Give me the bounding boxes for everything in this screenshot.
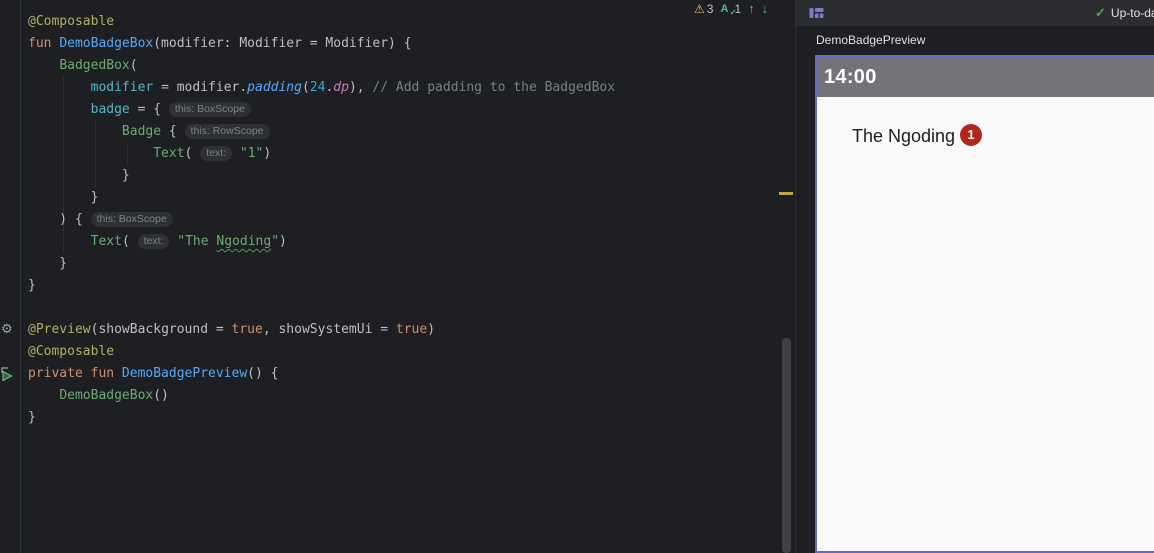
warning-count: 3 — [707, 2, 714, 16]
code-editor[interactable]: ⚙ @Composablefun DemoBadgeBox(modifier: … — [0, 0, 795, 553]
status-bar-time: 14:00 — [817, 66, 877, 89]
run-preview-gutter-icon[interactable] — [0, 365, 14, 381]
device-preview-content: The Ngoding 1 — [817, 97, 1154, 553]
grid-layout-icon[interactable] — [809, 6, 824, 20]
inlay-hint-chip: text: — [200, 146, 232, 161]
error-stripe-warning-mark[interactable] — [779, 192, 793, 195]
preview-settings-gutter-icon[interactable]: ⚙ — [1, 321, 13, 337]
warnings-indicator[interactable]: ⚠ 3 — [694, 2, 713, 16]
code-line[interactable]: @Preview(showBackground = true, showSyst… — [28, 319, 615, 341]
preview-text: The Ngoding — [852, 126, 955, 147]
code-line[interactable]: Badge { this: RowScope — [28, 121, 615, 143]
preview-name-label: DemoBadgePreview — [816, 26, 925, 54]
warning-icon: ⚠ — [694, 2, 705, 16]
editor-vertical-scrollbar[interactable] — [782, 338, 791, 553]
code-line[interactable]: DemoBadgeBox() — [28, 385, 615, 407]
code-line[interactable]: BadgedBox( — [28, 55, 615, 77]
preview-badge: 1 — [960, 124, 982, 146]
editor-gutter: ⚙ — [0, 0, 21, 553]
code-line[interactable]: } — [28, 187, 615, 209]
next-highlight-arrow-icon[interactable]: ↓ — [762, 2, 769, 16]
code-line[interactable]: } — [28, 165, 615, 187]
code-line[interactable]: modifier = modifier.padding(24.dp), // A… — [28, 77, 615, 99]
code-line[interactable]: fun DemoBadgeBox(modifier: Modifier = Mo… — [28, 33, 615, 55]
device-status-bar: 14:00 — [817, 57, 1154, 97]
sync-status[interactable]: ✓ Up-to-date — [1095, 0, 1154, 26]
inspections-widget: ⚠ 3 A✓ 1 ↑ ↓ — [694, 1, 768, 17]
inlay-hint-chip: this: BoxScope — [169, 102, 251, 117]
inlay-hint-chip: this: RowScope — [185, 124, 270, 139]
code-line[interactable]: } — [28, 275, 615, 297]
code-line[interactable]: Text( text: "The Ngoding") — [28, 231, 615, 253]
device-preview-frame[interactable]: 14:00 The Ngoding 1 — [815, 55, 1154, 553]
compose-preview-panel: ✓ Up-to-date DemoBadgePreview 14:00 The … — [795, 0, 1154, 553]
code-line[interactable]: } — [28, 253, 615, 275]
preview-toolbar: ✓ Up-to-date — [796, 0, 1154, 26]
typos-indicator[interactable]: A✓ 1 — [720, 2, 741, 16]
code-line[interactable] — [28, 297, 615, 319]
code-line[interactable]: badge = { this: BoxScope — [28, 99, 615, 121]
code-line[interactable]: @Composable — [28, 341, 615, 363]
code-lines: @Composablefun DemoBadgeBox(modifier: Mo… — [28, 11, 615, 429]
code-line[interactable]: } — [28, 407, 615, 429]
check-icon: ✓ — [1095, 5, 1106, 21]
code-line[interactable]: private fun DemoBadgePreview() { — [28, 363, 615, 385]
previous-highlight-arrow-icon[interactable]: ↑ — [748, 2, 755, 16]
code-line[interactable]: Text( text: "1") — [28, 143, 615, 165]
sync-status-label: Up-to-date — [1111, 6, 1154, 20]
code-line[interactable]: @Composable — [28, 11, 615, 33]
code-line[interactable]: ) { this: BoxScope — [28, 209, 615, 231]
inlay-hint-chip: this: BoxScope — [91, 212, 173, 227]
inlay-hint-chip: text: — [138, 234, 170, 249]
spellcheck-icon: A✓ — [720, 3, 732, 16]
